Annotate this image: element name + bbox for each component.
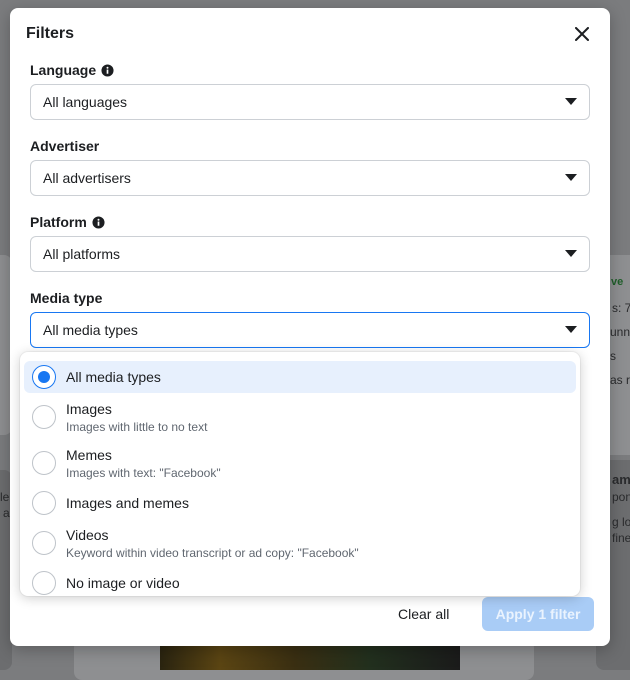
background-text: as r: [610, 373, 630, 387]
option-title: All media types: [66, 369, 161, 385]
media-type-dropdown: All media types Images Images with littl…: [20, 352, 580, 596]
background-text: g loc: [612, 515, 630, 529]
language-select[interactable]: All languages: [30, 84, 590, 120]
advertiser-select-value: All advertisers: [43, 170, 131, 186]
language-select-value: All languages: [43, 94, 128, 110]
platform-select[interactable]: All platforms: [30, 236, 590, 272]
advertiser-label: Advertiser: [30, 138, 99, 154]
apply-filter-button[interactable]: Apply 1 filter: [482, 597, 594, 631]
background-text: le: [0, 490, 10, 504]
background-text: pon: [612, 490, 630, 504]
option-title: Images: [66, 400, 112, 417]
radio-icon[interactable]: [32, 451, 56, 475]
platform-select-value: All platforms: [43, 246, 121, 262]
background-text: unni: [610, 325, 630, 339]
background-image: [160, 645, 460, 670]
radio-selected-icon[interactable]: [32, 365, 56, 389]
clear-all-button[interactable]: Clear all: [398, 604, 449, 624]
radio-icon[interactable]: [32, 531, 56, 555]
media-type-option-memes[interactable]: Memes Images with text: "Facebook": [24, 442, 576, 484]
close-button[interactable]: [570, 22, 594, 46]
language-label: Language: [30, 62, 114, 78]
background-text: ama: [612, 472, 630, 487]
dialog-title: Filters: [26, 25, 75, 42]
option-title: Videos: [66, 526, 109, 543]
media-type-label: Media type: [30, 290, 102, 306]
close-icon: [575, 27, 589, 41]
background-text: fine: [612, 531, 630, 545]
caret-down-icon: [565, 250, 577, 257]
option-title: No image or video: [66, 575, 180, 591]
option-title: Images and memes: [66, 495, 189, 511]
caret-down-icon: [565, 174, 577, 181]
media-type-option-no-image-or-video[interactable]: No image or video: [24, 567, 576, 599]
advertiser-label-text: Advertiser: [30, 138, 100, 154]
caret-down-icon: [565, 98, 577, 105]
platform-label-text: Platform: [30, 214, 87, 230]
advertiser-select[interactable]: All advertisers: [30, 160, 590, 196]
media-type-option-all[interactable]: All media types: [24, 361, 576, 393]
media-type-option-images[interactable]: Images Images with little to no text: [24, 396, 576, 438]
media-type-select[interactable]: All media types: [30, 312, 590, 348]
option-description: Images with text: "Facebook": [66, 465, 221, 480]
info-icon[interactable]: [92, 215, 105, 229]
option-description: Keyword within video transcript or ad co…: [66, 545, 359, 560]
option-title: Memes: [66, 446, 112, 463]
radio-icon[interactable]: [32, 571, 56, 595]
platform-label: Platform: [30, 214, 105, 230]
media-type-option-videos[interactable]: Videos Keyword within video transcript o…: [24, 522, 576, 564]
media-type-select-value: All media types: [43, 322, 138, 338]
background-text: s: [610, 349, 616, 363]
option-description: Images with little to no text: [66, 419, 208, 434]
media-type-label-text: Media type: [30, 290, 103, 306]
media-type-option-images-and-memes[interactable]: Images and memes: [24, 487, 576, 519]
background-text: a: [3, 506, 10, 520]
language-label-text: Language: [30, 62, 97, 78]
background-text: s: 72: [612, 301, 630, 315]
caret-down-icon: [565, 326, 577, 333]
radio-icon[interactable]: [32, 405, 56, 429]
info-icon[interactable]: [101, 63, 114, 77]
background-status-text: ve: [611, 276, 624, 288]
radio-icon[interactable]: [32, 491, 56, 515]
